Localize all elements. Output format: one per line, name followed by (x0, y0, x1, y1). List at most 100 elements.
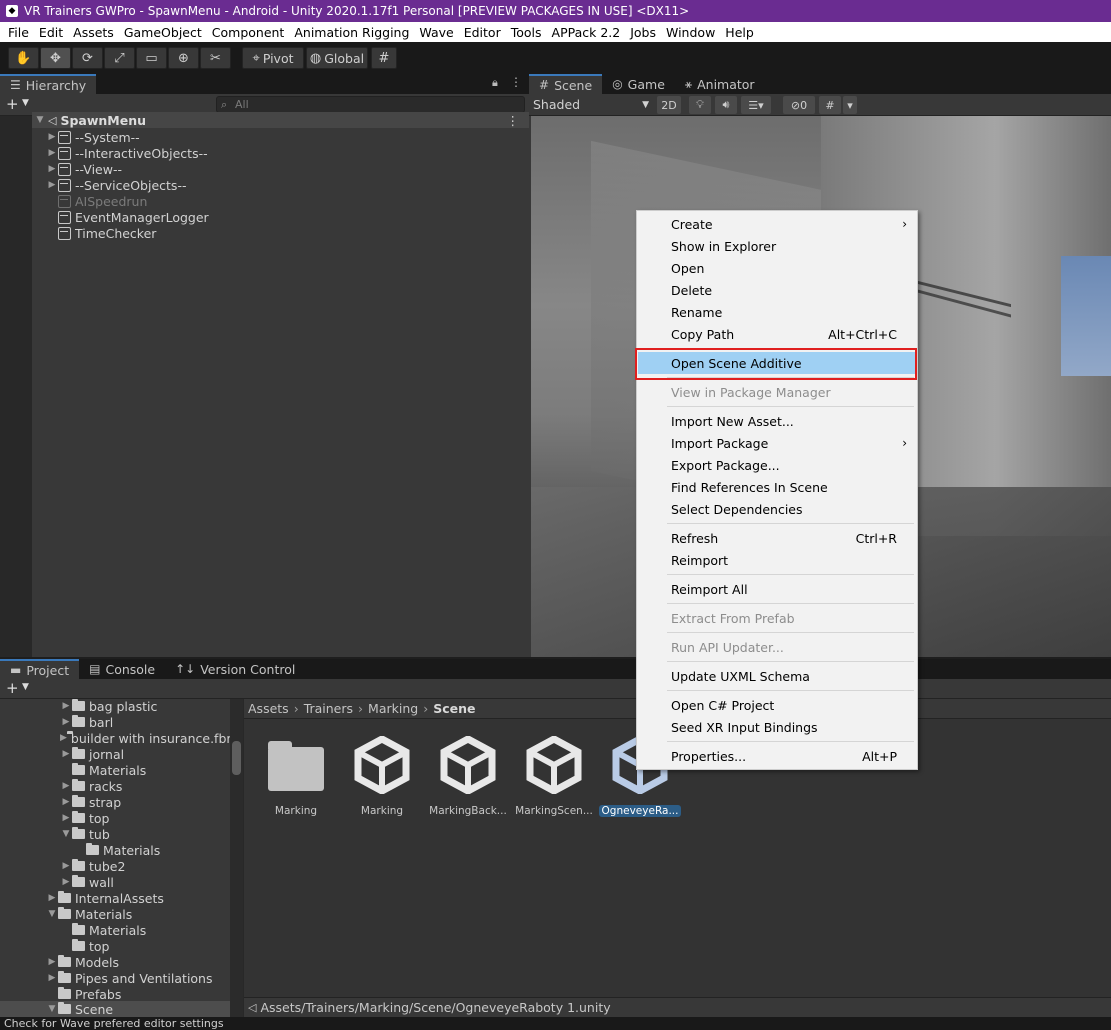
tree-item[interactable]: ▶ InternalAssets (46, 890, 164, 906)
menu-item-find-references[interactable]: Find References In Scene (638, 476, 916, 498)
hierarchy-item[interactable]: ▶ --View-- (46, 161, 122, 177)
panel-menu-icon[interactable]: ⋮ (510, 75, 522, 89)
tree-item[interactable]: ▶ Models (46, 954, 120, 970)
collapsed-arrow-icon[interactable]: ▶ (60, 813, 72, 823)
scene-menu-icon[interactable]: ⋮ (507, 113, 520, 128)
expanded-arrow-icon[interactable]: ▼ (34, 115, 46, 125)
collapsed-arrow-icon[interactable]: ▶ (46, 148, 58, 158)
menu-component[interactable]: Component (207, 25, 290, 40)
asset-item[interactable]: Marking (339, 735, 425, 825)
expanded-arrow-icon[interactable]: ▼ (46, 909, 58, 919)
menu-animation-rigging[interactable]: Animation Rigging (289, 25, 414, 40)
menu-appack[interactable]: APPack 2.2 (547, 25, 626, 40)
tree-item[interactable]: ▶ top (60, 810, 110, 826)
menu-gameobject[interactable]: GameObject (119, 25, 207, 40)
collapsed-arrow-icon[interactable]: ▶ (60, 733, 67, 743)
hierarchy-item[interactable]: ▶ --InteractiveObjects-- (46, 145, 208, 161)
collapsed-arrow-icon[interactable]: ▶ (60, 797, 72, 807)
expanded-arrow-icon[interactable]: ▼ (46, 1004, 58, 1014)
menu-window[interactable]: Window (661, 25, 720, 40)
tree-item[interactable]: top (72, 938, 109, 954)
menu-item-show-in-explorer[interactable]: Show in Explorer (638, 235, 916, 257)
collapsed-arrow-icon[interactable]: ▶ (60, 861, 72, 871)
menu-item-reimport-all[interactable]: Reimport All (638, 578, 916, 600)
hierarchy-item[interactable]: ▶ --System-- (46, 129, 140, 145)
grid-snap-button[interactable]: # (371, 47, 397, 69)
tree-item[interactable]: Materials (72, 762, 146, 778)
tree-item[interactable]: Prefabs (58, 986, 121, 1002)
menu-help[interactable]: Help (720, 25, 759, 40)
collapsed-arrow-icon[interactable]: ▶ (46, 893, 58, 903)
breadcrumb-item[interactable]: Assets (248, 701, 289, 716)
add-icon[interactable]: + (6, 679, 19, 697)
menu-item-delete[interactable]: Delete (638, 279, 916, 301)
tree-item[interactable]: ▶ Pipes and Ventilations (46, 970, 213, 986)
tree-item[interactable]: ▶ strap (60, 794, 122, 810)
tree-item[interactable]: ▶ jornal (60, 746, 125, 762)
menu-item-open[interactable]: Open (638, 257, 916, 279)
menu-file[interactable]: File (3, 25, 34, 40)
hierarchy-item[interactable]: ▶ --ServiceObjects-- (46, 177, 187, 193)
menu-item-select-dependencies[interactable]: Select Dependencies (638, 498, 916, 520)
pivot-toggle[interactable]: ⌖ Pivot (242, 47, 304, 69)
menu-item-reimport[interactable]: Reimport (638, 549, 916, 571)
tree-item[interactable]: ▶ bag plastic (60, 698, 158, 714)
tree-item[interactable]: ▶ wall (60, 874, 114, 890)
collapsed-arrow-icon[interactable]: ▶ (46, 957, 58, 967)
shading-mode-dropdown[interactable]: Shaded ▼ (533, 96, 649, 114)
asset-item[interactable]: MarkingScen... (511, 735, 597, 825)
toggle-2d-button[interactable]: 2D (657, 96, 681, 114)
rotate-tool-button[interactable]: ⟳ (72, 47, 103, 69)
lock-icon[interactable]: 🔒︎ (492, 76, 498, 90)
menu-item-open-csharp-project[interactable]: Open C# Project (638, 694, 916, 716)
custom-tool-button[interactable]: ✂ (200, 47, 231, 69)
grid-toggle[interactable]: # (819, 96, 841, 114)
tree-item[interactable]: ▶ racks (60, 778, 123, 794)
tab-version-control[interactable]: ↑↓ Version Control (165, 659, 305, 679)
tree-item[interactable]: ▶ barl (60, 714, 114, 730)
tree-item[interactable]: ▶ tube2 (60, 858, 126, 874)
move-tool-button[interactable]: ✥ (40, 47, 71, 69)
menu-item-import-new-asset[interactable]: Import New Asset... (638, 410, 916, 432)
menu-edit[interactable]: Edit (34, 25, 68, 40)
effects-toggle[interactable]: ☰▾ (741, 96, 771, 114)
project-tree-scrollbar[interactable] (230, 699, 243, 1017)
menu-item-copy-path[interactable]: Copy Path Alt+Ctrl+C (638, 323, 916, 345)
tab-project[interactable]: ▬ Project (0, 659, 80, 679)
collapsed-arrow-icon[interactable]: ▶ (46, 164, 58, 174)
hand-tool-button[interactable]: ✋ (8, 47, 39, 69)
tab-game[interactable]: ◎ Game (602, 74, 675, 94)
tab-scene[interactable]: # Scene (529, 74, 603, 94)
scale-tool-button[interactable]: ⤢ (104, 47, 135, 69)
tree-item-selected[interactable]: ▼ Scene (46, 1001, 114, 1017)
transform-tool-button[interactable]: ⊕ (168, 47, 199, 69)
global-toggle[interactable]: ◍ Global (306, 47, 368, 69)
menu-item-create[interactable]: Create › (638, 213, 916, 235)
add-icon[interactable]: + (6, 95, 19, 113)
tab-animator[interactable]: ⚹ Animator (675, 74, 765, 94)
asset-item[interactable]: Marking (253, 735, 339, 825)
hierarchy-item[interactable]: EventManagerLogger (58, 209, 209, 225)
tree-item[interactable]: Materials (72, 922, 146, 938)
menu-item-seed-xr-input-bindings[interactable]: Seed XR Input Bindings (638, 716, 916, 738)
project-tree-selected-row[interactable] (0, 1001, 230, 1017)
rect-tool-button[interactable]: ▭ (136, 47, 167, 69)
collapsed-arrow-icon[interactable]: ▶ (46, 132, 58, 142)
menu-jobs[interactable]: Jobs (625, 25, 661, 40)
menu-assets[interactable]: Assets (68, 25, 119, 40)
menu-editor[interactable]: Editor (459, 25, 506, 40)
menu-tools[interactable]: Tools (506, 25, 547, 40)
hierarchy-item[interactable]: TimeChecker (58, 225, 156, 241)
collapsed-arrow-icon[interactable]: ▶ (46, 973, 58, 983)
menu-wave[interactable]: Wave (414, 25, 458, 40)
tree-item[interactable]: Materials (86, 842, 160, 858)
add-dropdown-icon[interactable]: ▼ (22, 682, 29, 692)
menu-item-update-uxml-schema[interactable]: Update UXML Schema (638, 665, 916, 687)
collapsed-arrow-icon[interactable]: ▶ (60, 717, 72, 727)
menu-item-import-package[interactable]: Import Package › (638, 432, 916, 454)
menu-item-properties[interactable]: Properties... Alt+P (638, 745, 916, 767)
collapsed-arrow-icon[interactable]: ▶ (46, 180, 58, 190)
hidden-objects-toggle[interactable]: ⊘ 0 (783, 96, 815, 114)
breadcrumb-item[interactable]: Marking (368, 701, 418, 716)
breadcrumb-item[interactable]: Trainers (304, 701, 353, 716)
